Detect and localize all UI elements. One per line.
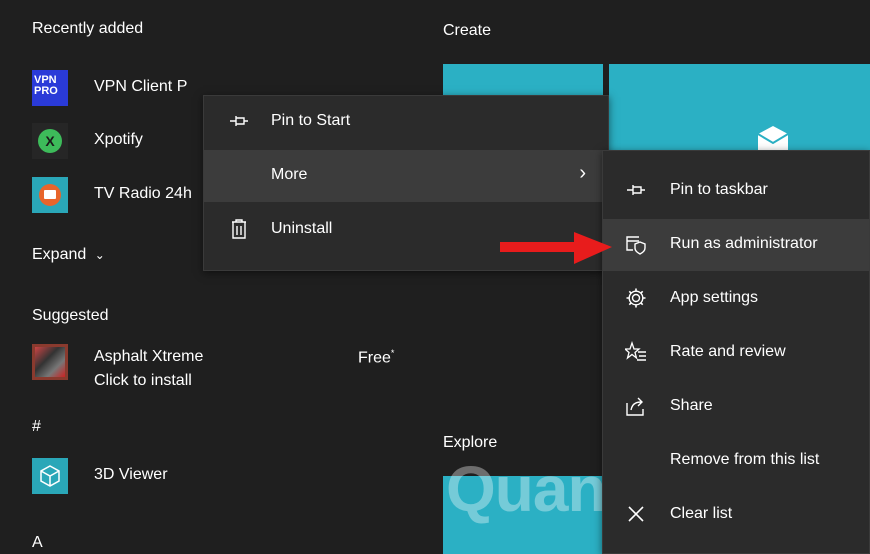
close-icon (625, 503, 647, 525)
section-hash-header[interactable]: # (32, 418, 41, 436)
menu-item-label: App settings (670, 289, 759, 306)
menu-item-label: Clear list (670, 505, 733, 522)
cube-icon (32, 458, 68, 494)
menu-item-label: Uninstall (271, 220, 333, 237)
menu-item-run-as-administrator[interactable]: Run as administrator (603, 219, 869, 271)
menu-item-pin-to-start[interactable]: Pin to Start (204, 96, 608, 148)
menu-item-clear-list[interactable]: Clear list (603, 489, 869, 541)
price-label: Free* (358, 348, 395, 367)
mail-tile[interactable] (609, 64, 870, 150)
asphalt-xtreme-icon (32, 344, 68, 380)
submenu: Pin to taskbar Run as administrator App … (602, 150, 870, 554)
trash-icon (228, 218, 250, 240)
chevron-down-icon: ⌄ (94, 248, 105, 262)
recently-added-title: Recently added (32, 20, 144, 37)
pin-icon (625, 179, 647, 201)
xpotify-icon: X (32, 123, 68, 159)
chevron-right-icon: › (579, 162, 586, 184)
app-label: TV Radio 24h (94, 185, 192, 202)
expand-button[interactable]: Expand ⌄ (32, 246, 105, 264)
app-item-asphalt[interactable]: Asphalt Xtreme Click to install (32, 344, 412, 392)
app-list: Recently added VPN PRO VPN Client P X Xp… (0, 0, 430, 554)
app-label: VPN Client P (94, 78, 188, 95)
star-list-icon (623, 340, 647, 363)
menu-item-share[interactable]: Share (603, 381, 869, 433)
app-item-3d-viewer[interactable]: 3D Viewer (32, 458, 412, 498)
menu-item-label: Run as administrator (670, 235, 818, 252)
shield-window-icon (625, 233, 647, 255)
menu-item-label: Remove from this list (670, 451, 820, 468)
menu-item-remove-from-list[interactable]: Remove from this list (603, 435, 869, 487)
tv-radio-icon (32, 177, 68, 213)
vpn-pro-icon: VPN PRO (32, 70, 68, 106)
red-arrow-annotation (500, 232, 612, 264)
app-label: Asphalt Xtreme (94, 348, 204, 365)
menu-item-rate-and-review[interactable]: Rate and review (603, 327, 869, 379)
menu-item-label: More (271, 166, 308, 183)
menu-item-label: Pin to Start (271, 112, 351, 129)
mail-icon (757, 126, 789, 150)
share-icon (625, 395, 647, 417)
section-a-header[interactable]: A (32, 534, 43, 552)
menu-item-more[interactable]: More › (204, 150, 608, 202)
menu-item-label: Share (670, 397, 713, 414)
menu-item-label: Pin to taskbar (670, 181, 768, 198)
explore-group-title[interactable]: Explore (443, 434, 497, 452)
menu-item-app-settings[interactable]: App settings (603, 273, 869, 325)
expand-label: Expand (32, 246, 87, 263)
create-group-title[interactable]: Create (443, 22, 491, 40)
app-sublabel: Click to install (94, 372, 192, 389)
app-label: Xpotify (94, 131, 143, 148)
app-label: 3D Viewer (94, 466, 168, 483)
menu-item-pin-to-taskbar[interactable]: Pin to taskbar (603, 165, 869, 217)
gear-icon (625, 287, 647, 309)
menu-item-label: Rate and review (670, 343, 786, 360)
start-menu: Recently added VPN PRO VPN Client P X Xp… (0, 0, 870, 554)
pin-icon (228, 110, 250, 132)
suggested-title: Suggested (32, 307, 109, 324)
